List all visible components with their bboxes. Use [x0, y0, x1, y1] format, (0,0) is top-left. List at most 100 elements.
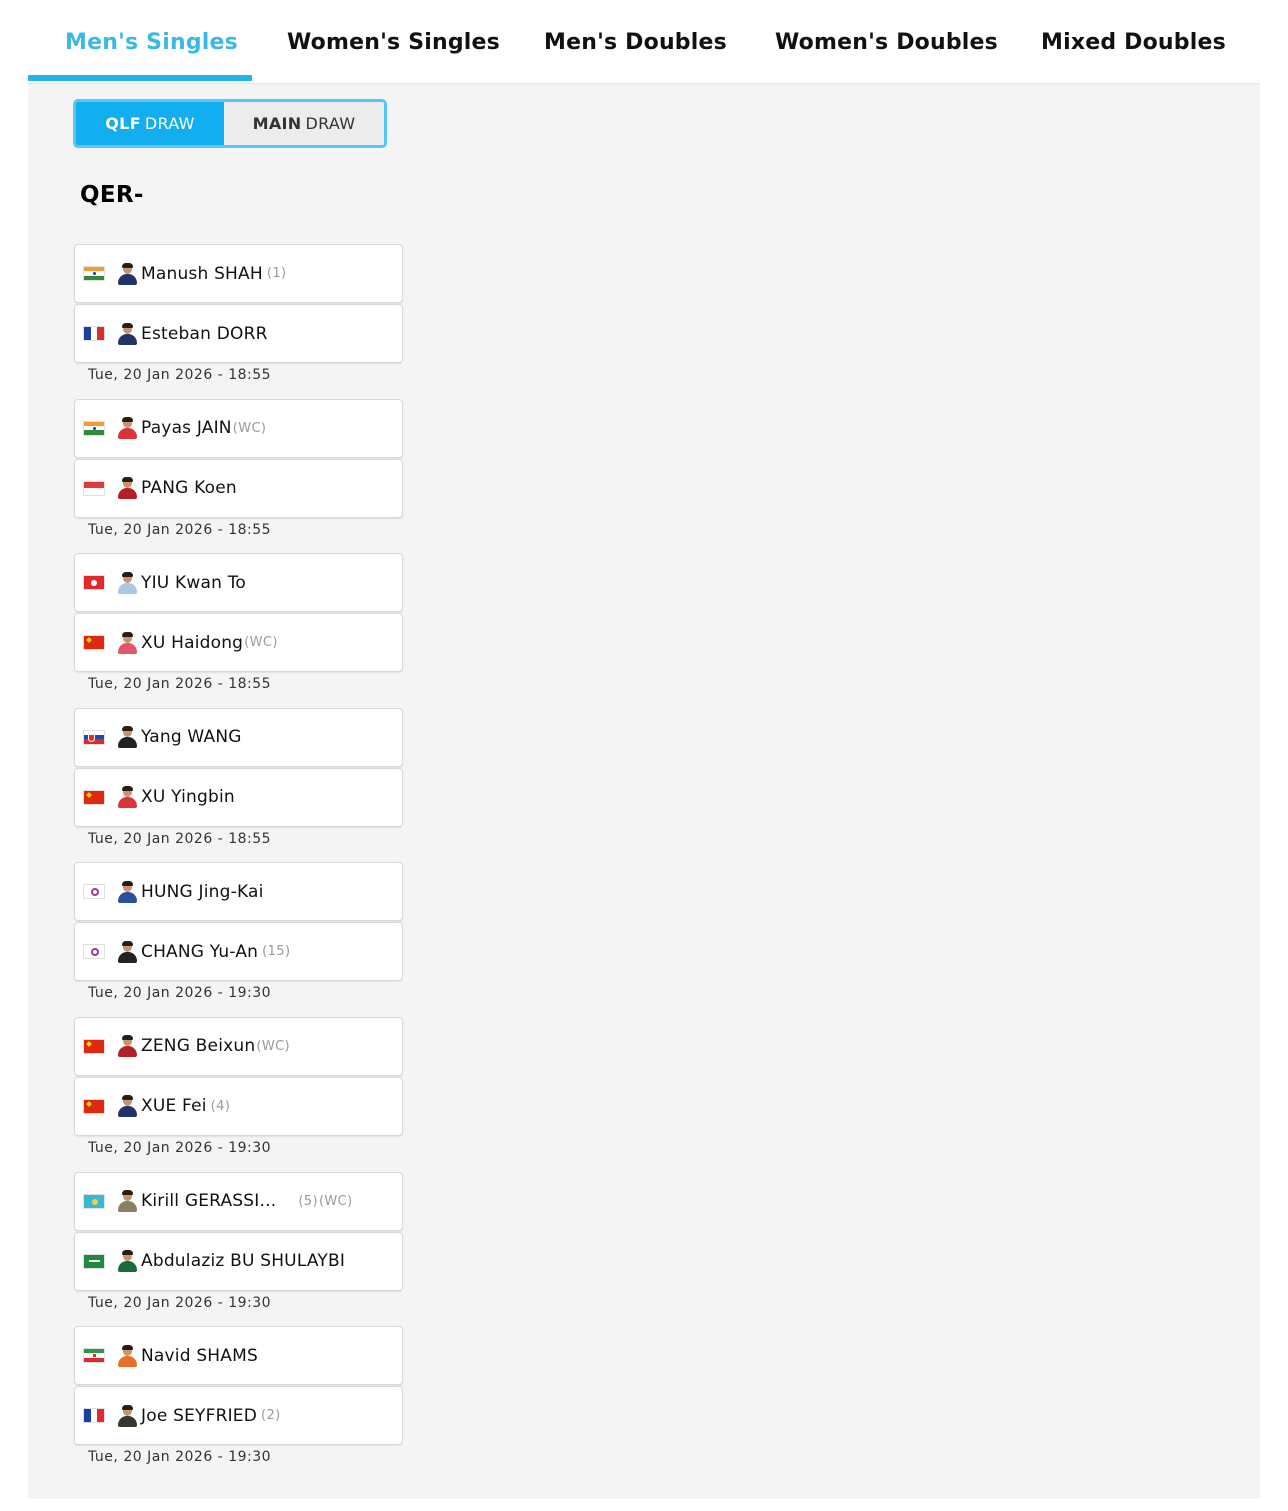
player-seed: (5): [298, 1193, 318, 1209]
chinese-taipei-flag-icon: [83, 884, 105, 900]
chinese-taipei-flag-icon: [83, 944, 105, 960]
saudi-arabia-flag-icon: [83, 1253, 105, 1269]
china-flag-icon: [83, 789, 105, 805]
player-name: Yang WANG: [141, 727, 242, 748]
match-time: Tue, 20 Jan 2026 - 19:30: [88, 1294, 272, 1311]
match-card: Manush SHAH (1) Esteban DORR Tue, 20 Jan…: [74, 244, 404, 399]
active-tab-indicator: [28, 75, 252, 81]
player-name: PANG Koen: [141, 478, 237, 499]
player-row[interactable]: Joe SEYFRIED (2): [74, 1386, 403, 1446]
slovakia-flag-icon: [83, 729, 105, 745]
player-row[interactable]: Abdulaziz BU SHULAYBI: [74, 1231, 403, 1291]
match-card: Navid SHAMS Joe SEYFRIED (2) Tue, 20 Jan…: [74, 1326, 404, 1481]
player-avatar-icon: [117, 262, 137, 285]
match-list: Manush SHAH (1) Esteban DORR Tue, 20 Jan…: [74, 244, 404, 1481]
player-seed: (WC): [232, 420, 267, 436]
player-seed: (WC): [256, 1038, 291, 1054]
player-name: HUNG Jing-Kai: [141, 881, 264, 902]
china-flag-icon: [83, 635, 105, 651]
event-tabs: Men's Singles Women's Singles Men's Doub…: [28, 0, 1260, 84]
player-row[interactable]: Manush SHAH (1): [74, 244, 403, 303]
qlf-draw-button[interactable]: QLF DRAW: [76, 102, 224, 145]
match-card: ZENG Beixun (WC) XUE Fei (4) Tue, 20 Jan…: [74, 1016, 404, 1172]
kazakhstan-flag-icon: [83, 1193, 105, 1209]
france-flag-icon: [83, 326, 105, 341]
china-flag-icon: [83, 1098, 105, 1114]
player-name: Navid SHAMS: [141, 1345, 258, 1366]
draw-toggle: QLF DRAW MAIN DRAW: [73, 99, 387, 148]
player-avatar-icon: [117, 477, 137, 500]
match-card: HUNG Jing-Kai CHANG Yu-An (15) Tue, 20 J…: [74, 862, 404, 1017]
tab-mixed-doubles[interactable]: Mixed Doubles: [1041, 30, 1226, 55]
match-time: Tue, 20 Jan 2026 - 18:55: [88, 676, 272, 693]
match-card: YIU Kwan To XU Haidong (WC) Tue, 20 Jan …: [74, 553, 404, 708]
singapore-flag-icon: [83, 480, 105, 496]
india-flag-icon: [83, 266, 105, 281]
player-row[interactable]: XUE Fei (4): [74, 1076, 403, 1136]
player-row[interactable]: HUNG Jing-Kai: [74, 862, 403, 922]
match-card: Kirill GERASSI... (5) (WC) Abdulaziz BU …: [74, 1171, 404, 1327]
player-row[interactable]: XU Haidong (WC): [74, 613, 403, 673]
player-row[interactable]: PANG Koen: [74, 458, 403, 518]
match-card: Payas JAIN (WC) PANG Koen Tue, 20 Jan 20…: [74, 398, 404, 554]
player-row[interactable]: CHANG Yu-An (15): [74, 922, 403, 982]
player-row[interactable]: Navid SHAMS: [74, 1326, 403, 1386]
player-row[interactable]: Yang WANG: [74, 707, 403, 767]
qlf-draw-bold: QLF: [105, 114, 141, 133]
player-avatar-icon: [117, 1250, 137, 1273]
player-name: ZENG Beixun: [141, 1036, 256, 1057]
tab-womens-doubles[interactable]: Women's Doubles: [775, 30, 998, 55]
player-avatar-icon: [117, 1404, 137, 1427]
iran-flag-icon: [83, 1348, 105, 1364]
player-seed-secondary: (WC): [318, 1193, 353, 1209]
player-name: Abdulaziz BU SHULAYBI: [141, 1251, 346, 1272]
player-seed: (WC): [244, 635, 278, 651]
player-seed: (1): [266, 266, 287, 281]
player-avatar-icon: [117, 1344, 137, 1367]
player-seed: (15): [262, 944, 291, 960]
tab-mens-doubles[interactable]: Men's Doubles: [544, 30, 727, 55]
player-avatar-icon: [117, 940, 137, 963]
player-avatar-icon: [117, 322, 137, 345]
player-name: Manush SHAH: [141, 263, 263, 284]
main-draw-button[interactable]: MAIN DRAW: [224, 102, 384, 145]
player-seed: (2): [261, 1408, 281, 1424]
qlf-draw-rest: DRAW: [144, 114, 195, 133]
player-avatar-icon: [117, 571, 137, 594]
player-seed: (4): [210, 1098, 231, 1114]
player-row[interactable]: Kirill GERASSI... (5) (WC): [74, 1171, 403, 1231]
player-row[interactable]: XU Yingbin: [74, 767, 403, 827]
player-row[interactable]: ZENG Beixun (WC): [74, 1016, 403, 1076]
player-avatar-icon: [117, 880, 137, 903]
player-name: XU Haidong: [141, 632, 244, 653]
player-avatar-icon: [117, 1035, 137, 1058]
player-avatar-icon: [117, 1190, 137, 1213]
match-time: Tue, 20 Jan 2026 - 19:30: [88, 1139, 272, 1156]
player-row[interactable]: Payas JAIN (WC): [74, 398, 403, 458]
round-title: QER-: [80, 182, 144, 208]
player-name: XUE Fei: [141, 1096, 207, 1117]
player-name: CHANG Yu-An: [141, 941, 259, 962]
match-card: Yang WANG XU Yingbin Tue, 20 Jan 2026 - …: [74, 707, 404, 863]
draw-panel: QLF DRAW MAIN DRAW QER- Manush SHAH (1) Es…: [28, 84, 1260, 1499]
player-row[interactable]: Esteban DORR: [74, 304, 403, 363]
match-time: Tue, 20 Jan 2026 - 19:30: [88, 1449, 272, 1466]
main-draw-rest: DRAW: [305, 114, 356, 133]
player-name: YIU Kwan To: [141, 572, 246, 593]
china-flag-icon: [83, 1038, 105, 1054]
player-avatar-icon: [117, 786, 137, 809]
player-name: Payas JAIN: [141, 418, 232, 439]
main-draw-bold: MAIN: [252, 114, 302, 133]
player-row[interactable]: YIU Kwan To: [74, 553, 403, 613]
player-avatar-icon: [117, 1095, 137, 1118]
player-name: XU Yingbin: [141, 787, 235, 808]
player-name: Esteban DORR: [141, 323, 268, 344]
france-flag-icon: [83, 1408, 105, 1424]
player-avatar-icon: [117, 631, 137, 654]
tab-womens-singles[interactable]: Women's Singles: [287, 30, 500, 55]
match-time: Tue, 20 Jan 2026 - 18:55: [88, 830, 272, 847]
tab-mens-singles[interactable]: Men's Singles: [65, 30, 238, 55]
player-avatar-icon: [117, 417, 137, 440]
match-time: Tue, 20 Jan 2026 - 18:55: [88, 521, 272, 538]
player-name: Joe SEYFRIED: [141, 1405, 258, 1426]
